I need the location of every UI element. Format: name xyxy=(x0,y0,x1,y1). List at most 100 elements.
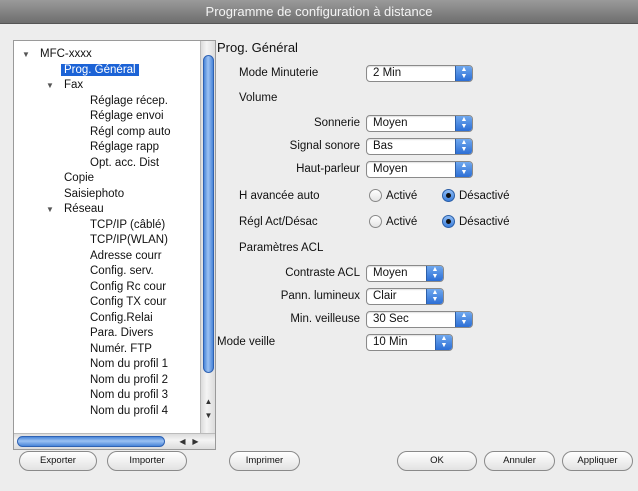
tree-item[interactable]: Config Rc cour xyxy=(90,280,166,295)
tree-vertical-scrollbar[interactable]: ▲ ▼ xyxy=(200,41,215,433)
contraste-select[interactable]: Moyen ▲ ▼ xyxy=(366,265,444,282)
disclosure-triangle-icon[interactable]: ▼ xyxy=(46,78,54,93)
tree-item[interactable]: Prog. Général xyxy=(61,63,139,78)
tree-item-label: Saisiephoto xyxy=(64,187,125,200)
tree-item[interactable]: Opt. acc. Dist xyxy=(90,156,159,171)
tree-item-label: Config. serv. xyxy=(90,265,154,277)
contraste-label: Contraste ACL xyxy=(285,267,360,279)
popup-arrows-icon: ▲ ▼ xyxy=(455,66,472,81)
tree-item[interactable]: Nom du profil 2 xyxy=(90,373,168,388)
tree-item-label: Nom du profil 4 xyxy=(90,404,168,417)
sonnerie-label: Sonnerie xyxy=(313,117,360,129)
ok-button[interactable]: OK xyxy=(397,451,477,471)
regl-act-desactive-radio[interactable]: Désactivé xyxy=(442,215,510,231)
pann-lumineux-value: Clair xyxy=(373,290,397,302)
tree-vertical-scroll-thumb[interactable] xyxy=(203,55,214,373)
popup-arrows-icon: ▲ ▼ xyxy=(455,162,472,177)
tree-item[interactable]: TCP/IP(WLAN) xyxy=(90,233,168,248)
haut-parleur-select[interactable]: Moyen ▲ ▼ xyxy=(366,161,473,178)
tree-item[interactable]: Copie xyxy=(64,171,94,186)
mode-minuterie-label: Mode Minuterie xyxy=(239,67,319,79)
tree-item[interactable]: Config. serv. xyxy=(90,264,154,279)
print-button[interactable]: Imprimer xyxy=(229,451,300,471)
disclosure-triangle-icon[interactable]: ▼ xyxy=(46,202,54,217)
tree-item-label: Nom du profil 2 xyxy=(90,373,168,386)
haut-parleur-label: Haut-parleur xyxy=(296,163,360,175)
haut-parleur-value: Moyen xyxy=(373,163,408,175)
contraste-value: Moyen xyxy=(373,267,408,279)
tree-item-label: Config Rc cour xyxy=(90,280,167,293)
tree-item-label: Para. Divers xyxy=(90,327,154,339)
tree-item[interactable]: Adresse courr xyxy=(90,249,162,264)
sonnerie-select[interactable]: Moyen ▲ ▼ xyxy=(366,115,473,132)
tree-item[interactable]: Régl comp auto xyxy=(90,125,171,140)
scroll-up-arrow-icon[interactable]: ▲ xyxy=(201,395,215,408)
sonnerie-value: Moyen xyxy=(373,117,408,129)
radio-button-icon xyxy=(369,189,382,202)
export-button[interactable]: Exporter xyxy=(19,451,97,471)
min-veilleuse-select[interactable]: 30 Sec ▲ ▼ xyxy=(366,311,473,328)
h-avancee-active-radio[interactable]: Activé xyxy=(369,189,417,205)
acl-section-label: Paramètres ACL xyxy=(239,242,324,254)
signal-sonore-value: Bas xyxy=(373,140,393,152)
popup-arrows-icon: ▲ ▼ xyxy=(455,312,472,327)
tree-item[interactable]: TCP/IP (câblé) xyxy=(90,218,165,233)
apply-button[interactable]: Appliquer xyxy=(562,451,633,471)
tree-group-item[interactable]: ▼ Fax xyxy=(46,78,84,93)
tree-item[interactable]: Nom du profil 1 xyxy=(90,357,168,372)
scroll-right-arrow-icon[interactable]: ▶ xyxy=(189,434,202,449)
min-veilleuse-value: 30 Sec xyxy=(373,313,409,325)
tree-horizontal-scrollbar[interactable]: ◀ ▶ xyxy=(14,433,215,449)
main-window: ▼ MFC-xxxx Prog. Général ▼ Fax Réglage récep.… xyxy=(0,24,638,491)
tree-item-label: Régl comp auto xyxy=(90,125,171,138)
tree-item-label: Réseau xyxy=(64,203,104,215)
tree-item[interactable]: Config TX cour xyxy=(90,295,167,310)
signal-sonore-select[interactable]: Bas ▲ ▼ xyxy=(366,138,473,155)
import-button[interactable]: Importer xyxy=(107,451,187,471)
tree-item[interactable]: Nom du profil 3 xyxy=(90,388,168,403)
tree-item-label: TCP/IP (câblé) xyxy=(90,218,166,231)
disclosure-triangle-icon[interactable]: ▼ xyxy=(22,47,30,62)
tree-item-label: Adresse courr xyxy=(90,249,162,262)
tree-item-label: Config.Relai xyxy=(90,311,153,324)
mode-veille-value: 10 Min xyxy=(373,336,408,348)
settings-tree: ▼ MFC-xxxx Prog. Général ▼ Fax Réglage récep.… xyxy=(13,40,216,450)
tree-item[interactable]: Réglage envoi xyxy=(90,109,164,124)
tree-item-label: Numér. FTP xyxy=(90,342,152,355)
scroll-down-arrow-icon[interactable]: ▼ xyxy=(201,409,215,422)
h-avancee-label: H avancée auto xyxy=(239,190,320,202)
tree-item[interactable]: Réglage récep. xyxy=(90,94,168,109)
mode-minuterie-select[interactable]: 2 Min ▲ ▼ xyxy=(366,65,473,82)
radio-button-icon xyxy=(369,215,382,228)
tree-item-label: TCP/IP(WLAN) xyxy=(90,234,168,246)
tree-group-item[interactable]: ▼ Réseau xyxy=(46,202,104,217)
tree-item[interactable]: Para. Divers xyxy=(90,326,153,341)
tree-item-label: Fax xyxy=(64,79,84,91)
volume-label: Volume xyxy=(239,92,278,104)
tree-item[interactable]: Réglage rapp xyxy=(90,140,159,155)
tree-item[interactable]: Config.Relai xyxy=(90,311,153,326)
regl-act-active-radio[interactable]: Activé xyxy=(369,215,417,231)
tree-group-item[interactable]: ▼ MFC-xxxx xyxy=(22,47,92,62)
cancel-button[interactable]: Annuler xyxy=(484,451,555,471)
tree-item-label: Réglage envoi xyxy=(90,110,164,122)
tree-item-label: Prog. Général xyxy=(61,63,139,76)
mode-minuterie-value: 2 Min xyxy=(373,67,402,79)
popup-arrows-icon: ▲ ▼ xyxy=(426,289,443,304)
h-avancee-desactive-radio[interactable]: Désactivé xyxy=(442,189,510,205)
tree-item[interactable]: Numér. FTP xyxy=(90,342,152,357)
tree-item[interactable]: Saisiephoto xyxy=(64,187,124,202)
scroll-left-arrow-icon[interactable]: ◀ xyxy=(176,434,189,449)
tree-item[interactable]: Nom du profil 4 xyxy=(90,404,168,419)
tree-item-label: MFC-xxxx xyxy=(40,48,92,60)
min-veilleuse-label: Min. veilleuse xyxy=(290,313,360,325)
tree-item-label: Opt. acc. Dist xyxy=(90,156,160,169)
tree-item-label: Réglage récep. xyxy=(90,94,168,107)
signal-sonore-label: Signal sonore xyxy=(289,140,360,152)
tree-horizontal-scroll-thumb[interactable] xyxy=(17,436,165,447)
mode-veille-select[interactable]: 10 Min ▲ ▼ xyxy=(366,334,453,351)
popup-arrows-icon: ▲ ▼ xyxy=(455,116,472,131)
radio-button-icon xyxy=(442,215,455,228)
pann-lumineux-select[interactable]: Clair ▲ ▼ xyxy=(366,288,444,305)
mode-veille-label: Mode veille xyxy=(217,336,276,348)
